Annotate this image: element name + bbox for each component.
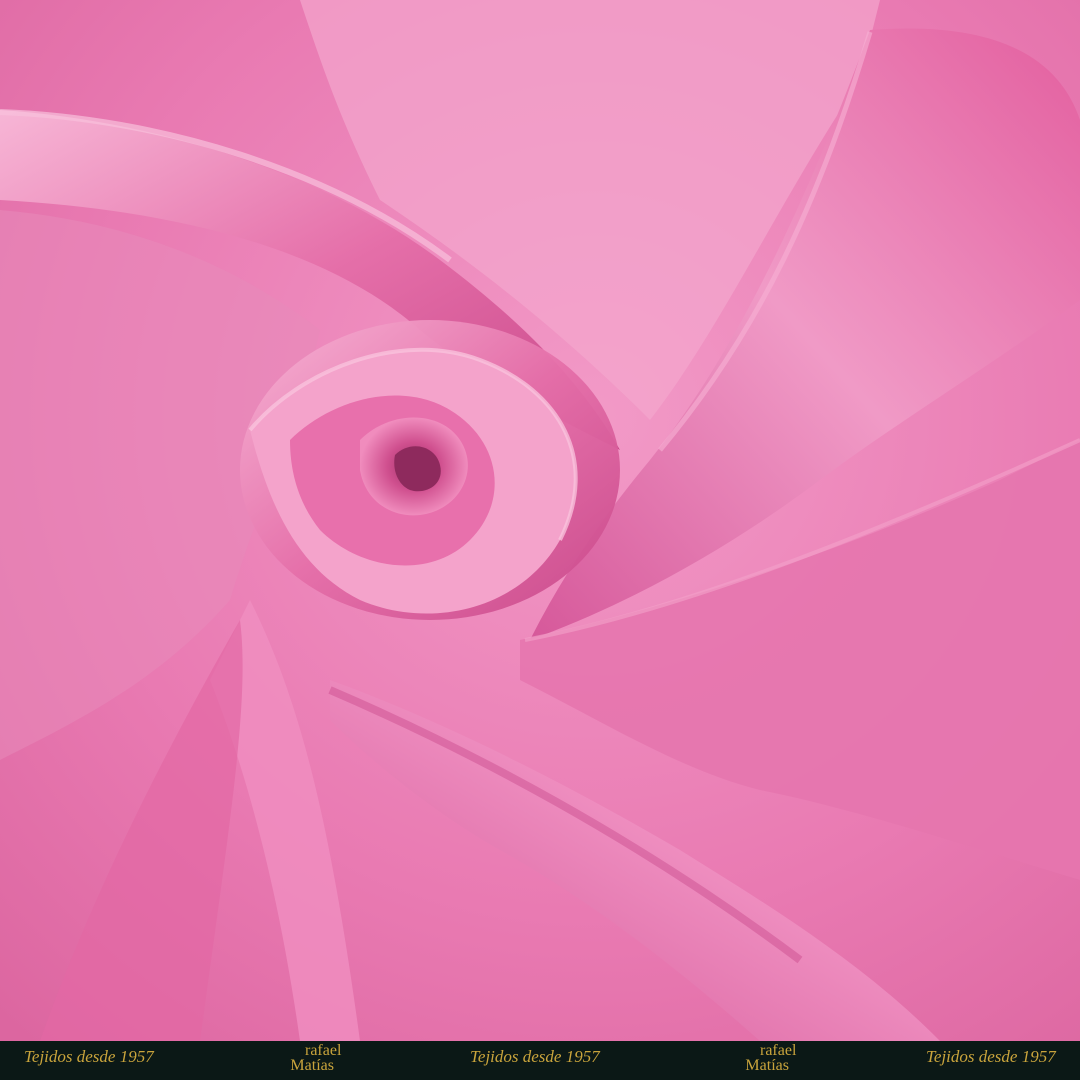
- tagline-right: Tejidos desde 1957: [926, 1047, 1056, 1066]
- tagline-center: Tejidos desde 1957: [470, 1047, 600, 1066]
- brand-line2: Matías: [290, 1057, 334, 1074]
- fabric-photo: [0, 0, 1080, 1041]
- footer-watermark-bar: Tejidos desde 1957 rafael Matías Tejidos…: [0, 1041, 1080, 1080]
- brand-logo-right: rafael Matías: [738, 1043, 796, 1074]
- brand-line2: Matías: [745, 1057, 789, 1074]
- brand-logo-left: rafael Matías: [283, 1043, 341, 1074]
- tagline-left: Tejidos desde 1957: [24, 1047, 154, 1066]
